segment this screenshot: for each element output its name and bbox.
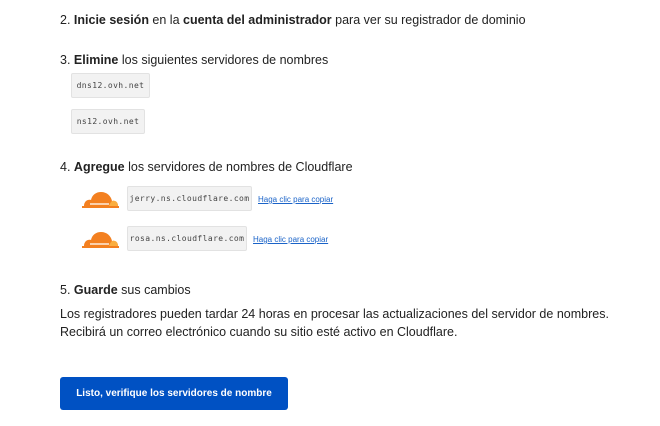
cloudflare-nameserver-2[interactable]: rosa.ns.cloudflare.com xyxy=(127,226,247,251)
step-3-bold: Elimine xyxy=(73,53,119,67)
copy-nameserver-2-link[interactable]: Haga clic para copiar xyxy=(253,235,328,244)
copy-nameserver-1-link[interactable]: Haga clic para copiar xyxy=(258,195,333,204)
step-4-desc: los servidores de nombres de Cloudflare xyxy=(124,160,353,174)
step-5-desc: sus cambios xyxy=(117,283,191,297)
step-2-number: 2. xyxy=(60,13,71,27)
step-5-bold: Guarde xyxy=(73,283,118,297)
old-nameserver-2[interactable]: ns12.ovh.net xyxy=(71,109,145,134)
step-5-text: 5. Guarde sus cambios xyxy=(60,283,191,297)
step-2-bold-login: Inicie sesión xyxy=(73,13,149,27)
cloudflare-nameserver-1[interactable]: jerry.ns.cloudflare.com xyxy=(127,186,252,211)
step-3-text: 3. Elimine los siguientes servidores de … xyxy=(60,53,328,67)
step-4-bold: Agregue xyxy=(73,160,125,174)
step-2-text-a: en la xyxy=(148,13,184,27)
step-4-text: 4. Agregue los servidores de nombres de … xyxy=(60,160,353,174)
step-2-text-b: para ver su registrador de dominio xyxy=(331,13,526,27)
step-3-desc: los siguientes servidores de nombres xyxy=(118,53,329,67)
cloudflare-cloud-icon xyxy=(82,192,119,208)
verify-nameservers-button[interactable]: Listo, verifique los servidores de nombr… xyxy=(60,377,288,410)
old-nameserver-1[interactable]: dns12.ovh.net xyxy=(71,73,150,98)
cloudflare-cloud-icon xyxy=(82,232,119,248)
step-3-number: 3. xyxy=(60,53,71,67)
step-4-number: 4. xyxy=(60,160,71,174)
step-5-number: 5. xyxy=(60,283,71,297)
step-2-bold-admin: cuenta del administrador xyxy=(183,13,332,27)
step-2-text: 2. Inicie sesión en la cuenta del admini… xyxy=(60,13,526,27)
propagation-note: Los registradores pueden tardar 24 horas… xyxy=(60,307,609,339)
